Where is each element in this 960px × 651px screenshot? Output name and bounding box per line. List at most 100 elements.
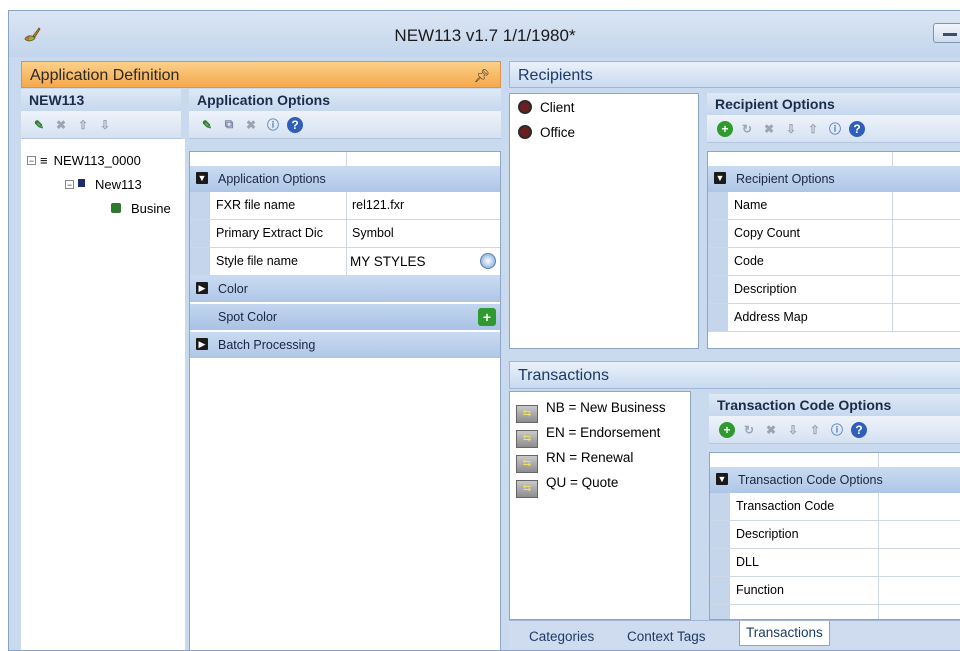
tree-toolbar: ✎ ✖ ⇧ ⇩ [21, 111, 181, 139]
property-row[interactable]: Description [708, 276, 960, 304]
tab-context-tags[interactable]: Context Tags [621, 625, 712, 649]
refresh-icon[interactable]: ↻ [741, 422, 757, 438]
list-item[interactable]: ⇆ RN = Renewal [516, 450, 633, 473]
recipient-options-header: Recipient Options [707, 93, 960, 115]
browse-icon[interactable] [480, 253, 496, 269]
add-spot-color-icon[interactable]: + [478, 308, 496, 326]
property-row[interactable]: Style file name MY STYLES [190, 248, 500, 276]
tree-node-business[interactable]: Busine [111, 201, 171, 216]
category-transaction-code-options[interactable]: ▼ Transaction Code Options [710, 467, 960, 493]
list-item[interactable]: ⇆ QU = Quote [516, 475, 618, 498]
spot-color-row[interactable]: Spot Color + [190, 304, 500, 330]
grid-top-strip [710, 453, 960, 468]
column-divider [892, 248, 893, 275]
collapse-icon[interactable]: − [27, 156, 36, 166]
transactions-header: Transactions [509, 361, 960, 389]
transaction-icon: ⇆ [516, 480, 538, 498]
recipients-list: Client Office [509, 93, 699, 349]
column-divider [892, 304, 893, 331]
category-batch-processing[interactable]: ▶ Batch Processing [190, 332, 500, 358]
collapse-arrow-icon[interactable]: ▼ [714, 172, 726, 184]
minimize-button[interactable] [933, 23, 960, 43]
refresh-icon[interactable]: ↻ [739, 121, 755, 137]
move-down-icon[interactable]: ⇩ [783, 121, 799, 137]
property-row[interactable]: Function [710, 577, 960, 605]
delete-icon[interactable]: ✖ [53, 117, 69, 133]
delete-icon[interactable]: ✖ [243, 117, 259, 133]
list-item-label: Office [540, 125, 576, 140]
tree-node-root[interactable]: − ≡ NEW113_0000 [27, 153, 141, 168]
tree-node-new113[interactable]: − New113 [65, 177, 142, 192]
pin-icon[interactable]: 📌︎ [473, 62, 490, 89]
info-icon[interactable]: ⓘ [829, 422, 845, 438]
document-icon [78, 179, 85, 187]
transactions-title: Transactions [518, 367, 609, 384]
application-definition-header: Application Definition 📌︎ [21, 61, 501, 88]
move-up-icon[interactable]: ⇧ [75, 117, 91, 133]
move-down-icon[interactable]: ⇩ [97, 117, 113, 133]
property-row[interactable]: Transaction Code [710, 493, 960, 521]
add-icon[interactable]: + [717, 120, 733, 137]
collapse-arrow-icon[interactable]: ▼ [196, 172, 208, 184]
add-icon[interactable]: + [719, 421, 735, 438]
property-label: Transaction Code [736, 499, 835, 513]
property-row[interactable]: DLL [710, 549, 960, 577]
move-down-icon[interactable]: ⇩ [785, 422, 801, 438]
tree-label: Busine [131, 201, 171, 216]
tab-categories[interactable]: Categories [523, 625, 600, 649]
property-value[interactable]: rel121.fxr [352, 192, 404, 219]
info-icon[interactable]: ⓘ [827, 121, 843, 137]
expand-arrow-icon[interactable]: ▶ [196, 282, 208, 294]
property-value[interactable]: Symbol [352, 220, 394, 247]
collapse-arrow-icon[interactable]: ▼ [716, 473, 728, 485]
move-up-icon[interactable]: ⇧ [807, 422, 823, 438]
row-gutter [708, 276, 728, 303]
tree-panel: − ≡ NEW113_0000 − New113 Busine [21, 139, 185, 650]
application-definition-title: Application Definition [30, 67, 180, 84]
category-application-options[interactable]: ▼ Application Options [190, 166, 500, 192]
category-label: Batch Processing [218, 338, 316, 352]
property-row[interactable]: Description [710, 521, 960, 549]
property-row-partial[interactable] [710, 605, 960, 619]
list-item[interactable]: ⇆ EN = Endorsement [516, 425, 660, 448]
help-icon[interactable]: ? [287, 116, 303, 133]
list-item[interactable]: Office [518, 125, 575, 140]
row-gutter [190, 192, 210, 219]
property-row[interactable]: Primary Extract Dic Symbol [190, 220, 500, 248]
collapse-icon[interactable]: − [65, 180, 74, 190]
row-gutter [710, 493, 730, 520]
expand-arrow-icon[interactable]: ▶ [196, 338, 208, 350]
add-node-icon[interactable]: ✎ [31, 117, 47, 133]
list-item[interactable]: ⇆ NB = New Business [516, 400, 666, 423]
category-recipient-options[interactable]: ▼ Recipient Options [708, 166, 960, 192]
delete-icon[interactable]: ✖ [761, 121, 777, 137]
category-label: Spot Color [218, 310, 278, 324]
info-icon[interactable]: ⓘ [265, 117, 281, 133]
edit-icon[interactable]: ✎ [199, 117, 215, 133]
category-color[interactable]: ▶ Color [190, 276, 500, 302]
delete-icon[interactable]: ✖ [763, 422, 779, 438]
list-item-label: EN = Endorsement [546, 425, 661, 440]
row-gutter [708, 192, 728, 219]
help-icon[interactable]: ? [849, 120, 865, 137]
property-row[interactable]: Name [708, 192, 960, 220]
property-value[interactable]: MY STYLES [350, 248, 426, 275]
property-label: Style file name [216, 254, 298, 268]
property-label: Copy Count [734, 226, 801, 240]
category-label: Color [218, 282, 248, 296]
recipient-options-grid: ▼ Recipient Options Name Copy Count Code… [707, 151, 960, 349]
tab-transactions[interactable]: Transactions [739, 621, 830, 646]
property-row[interactable]: Code [708, 248, 960, 276]
copy-icon[interactable]: ⧉ [221, 117, 237, 133]
list-item-label: Client [540, 100, 575, 115]
help-icon[interactable]: ? [851, 421, 867, 438]
property-row[interactable]: FXR file name rel121.fxr [190, 192, 500, 220]
column-divider [878, 521, 879, 548]
list-item[interactable]: Client [518, 100, 575, 115]
property-row[interactable]: Copy Count [708, 220, 960, 248]
column-divider [878, 493, 879, 520]
move-up-icon[interactable]: ⇧ [805, 121, 821, 137]
transaction-options-grid: ▼ Transaction Code Options Transaction C… [709, 452, 960, 620]
transaction-icon: ⇆ [516, 430, 538, 448]
property-row[interactable]: Address Map [708, 304, 960, 332]
